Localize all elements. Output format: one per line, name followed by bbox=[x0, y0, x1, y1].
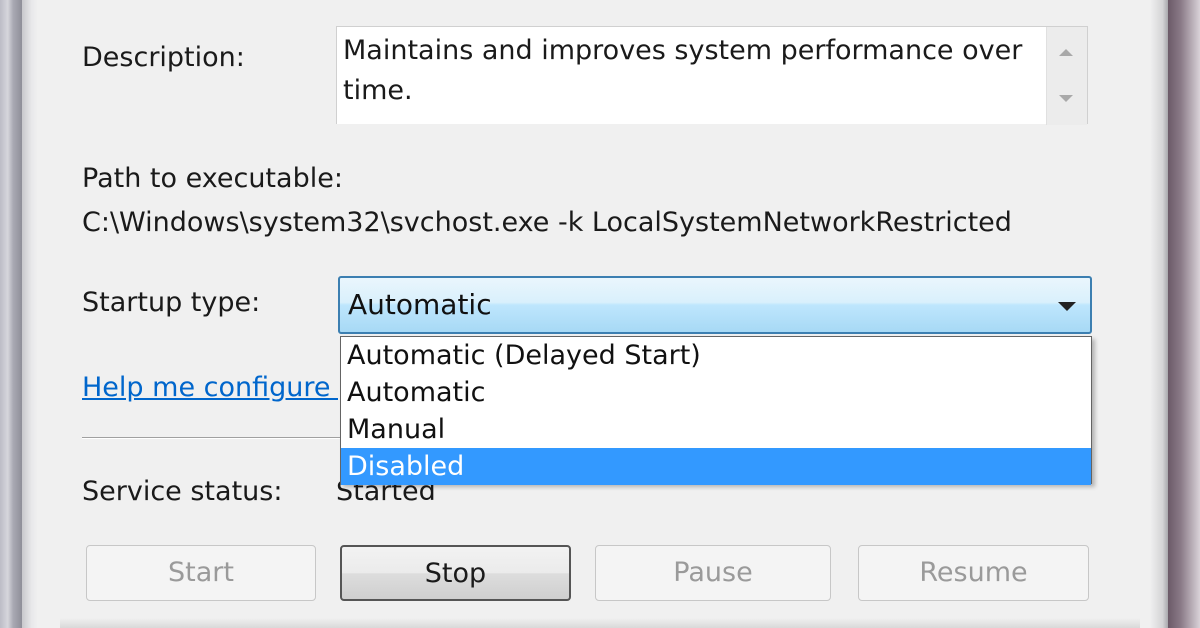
chevron-down-icon[interactable] bbox=[1058, 302, 1076, 311]
service-properties-dialog: Description: Maintains and improves syst… bbox=[0, 0, 1200, 628]
startup-type-selected: Automatic bbox=[348, 288, 492, 321]
option-automatic-delayed[interactable]: Automatic (Delayed Start) bbox=[341, 337, 1091, 374]
window-border-right bbox=[1150, 0, 1168, 628]
resume-button[interactable]: Resume bbox=[858, 545, 1089, 601]
service-status-label: Service status: bbox=[82, 476, 283, 507]
startup-type-dropdown-list: Automatic (Delayed Start) Automatic Manu… bbox=[340, 336, 1092, 485]
scroll-down-icon[interactable] bbox=[1059, 95, 1073, 102]
window-border-left bbox=[22, 0, 38, 628]
option-disabled[interactable]: Disabled bbox=[341, 448, 1091, 485]
scroll-up-icon[interactable] bbox=[1059, 49, 1073, 56]
path-value: C:\Windows\system32\svchost.exe -k Local… bbox=[82, 207, 1012, 238]
description-text: Maintains and improves system performanc… bbox=[343, 35, 1023, 106]
window-edge-right bbox=[1168, 0, 1200, 628]
startup-type-label: Startup type: bbox=[82, 287, 261, 318]
description-label: Description: bbox=[82, 42, 245, 73]
bottom-fade bbox=[60, 618, 1140, 628]
startup-type-combobox[interactable]: Automatic bbox=[338, 276, 1092, 334]
option-manual[interactable]: Manual bbox=[341, 411, 1091, 448]
description-textbox[interactable]: Maintains and improves system performanc… bbox=[336, 26, 1088, 125]
help-configure-link[interactable]: Help me configure s bbox=[82, 372, 338, 403]
description-scrollbar[interactable] bbox=[1046, 27, 1087, 125]
separator bbox=[82, 437, 340, 439]
path-label: Path to executable: bbox=[82, 163, 343, 194]
window-edge-left bbox=[0, 0, 22, 628]
stop-button[interactable]: Stop bbox=[340, 545, 571, 601]
option-automatic[interactable]: Automatic bbox=[341, 374, 1091, 411]
pause-button[interactable]: Pause bbox=[595, 545, 831, 601]
start-button[interactable]: Start bbox=[86, 545, 316, 601]
